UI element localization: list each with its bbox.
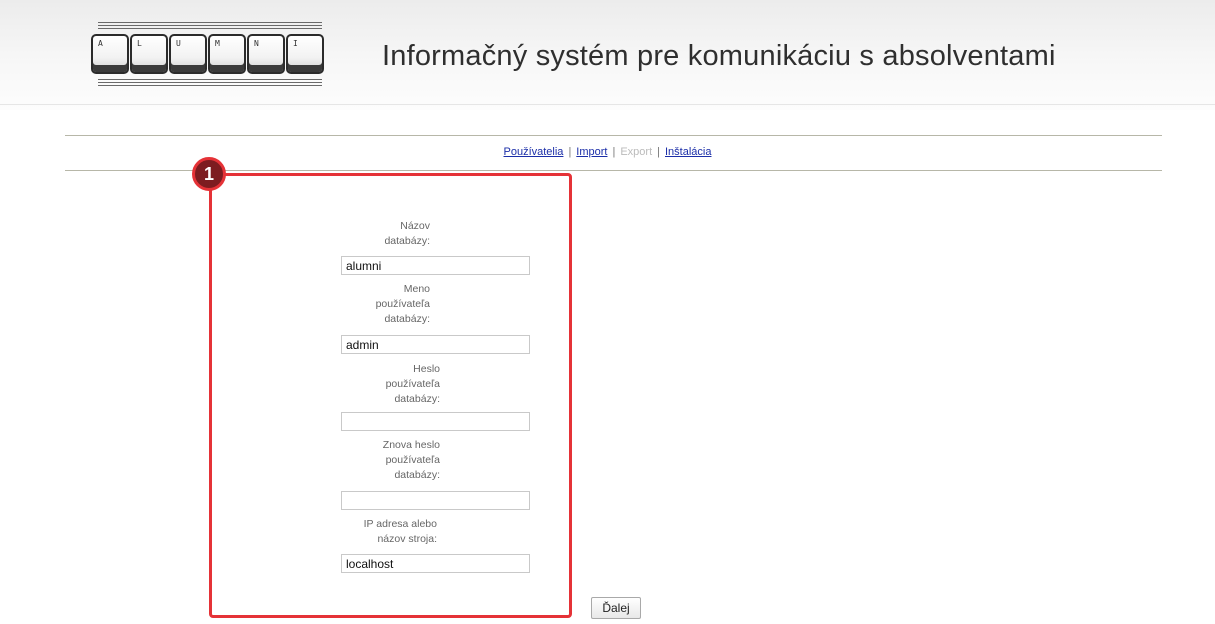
nav-top-divider <box>65 135 1162 136</box>
logo-key: N <box>247 34 285 74</box>
db-user-label: Meno používateľa databázy: <box>300 282 430 327</box>
label-line: názov stroja: <box>377 533 437 545</box>
logo-rule <box>98 28 322 29</box>
logo-key: A <box>91 34 129 74</box>
nav-link-users[interactable]: Používatelia <box>504 146 564 158</box>
annotation-marker: 1 <box>192 157 226 191</box>
label-line: používateľa <box>385 454 440 466</box>
db-host-input[interactable] <box>341 554 530 573</box>
db-password-input[interactable] <box>341 412 530 431</box>
label-line: používateľa <box>375 298 430 310</box>
db-password-repeat-input[interactable] <box>341 491 530 510</box>
db-host-label: IP adresa alebo názov stroja: <box>300 517 437 547</box>
logo-letter: I <box>293 39 298 48</box>
next-button[interactable]: Ďalej <box>591 597 641 619</box>
logo-letter: M <box>215 39 220 48</box>
label-line: IP adresa alebo <box>363 518 437 530</box>
label-line: databázy: <box>384 313 430 325</box>
label-line: Heslo <box>413 363 440 375</box>
label-line: Meno <box>403 283 430 295</box>
db-name-input[interactable] <box>341 256 530 275</box>
alumni-logo: A L U M N I <box>90 18 330 90</box>
nav-separator: | <box>568 146 572 158</box>
logo-rule <box>98 82 322 83</box>
logo-rule <box>98 85 322 86</box>
logo-key: U <box>169 34 207 74</box>
logo-key: M <box>208 34 246 74</box>
header-divider <box>0 104 1215 105</box>
logo-key: L <box>130 34 168 74</box>
logo-key: I <box>286 34 324 74</box>
nav-separator: | <box>657 146 660 158</box>
nav-link-import[interactable]: Import <box>576 146 607 158</box>
nav-bottom-divider <box>65 170 1162 171</box>
db-user-input[interactable] <box>341 335 530 354</box>
logo-rule <box>98 79 322 80</box>
admin-nav: Používatelia | Import | Export | Inštalácia <box>0 146 1215 158</box>
nav-item-export: Export <box>620 146 653 158</box>
logo-letter: N <box>254 39 259 48</box>
logo-rule <box>98 22 322 23</box>
label-line: používateľa <box>385 378 440 390</box>
logo-letter: A <box>98 39 103 48</box>
nav-link-installation[interactable]: Inštalácia <box>665 146 711 158</box>
db-password-repeat-label: Znova heslo používateľa databázy: <box>300 438 440 483</box>
label-line: databázy: <box>394 393 440 405</box>
label-line: databázy: <box>384 235 430 247</box>
logo-letter: U <box>176 39 181 48</box>
label-line: Znova heslo <box>382 439 440 451</box>
nav-separator: | <box>612 146 616 158</box>
db-password-label: Heslo používateľa databázy: <box>300 362 440 407</box>
site-title: Informačný systém pre komunikáciu s abso… <box>382 40 1056 72</box>
db-name-label: Názov databázy: <box>300 219 430 249</box>
label-line: Názov <box>400 220 430 232</box>
label-line: databázy: <box>394 469 440 481</box>
page-header: A L U M N I Informačný systém pre komuni… <box>0 0 1215 110</box>
logo-rule <box>98 25 322 26</box>
logo-letter: L <box>137 39 142 48</box>
